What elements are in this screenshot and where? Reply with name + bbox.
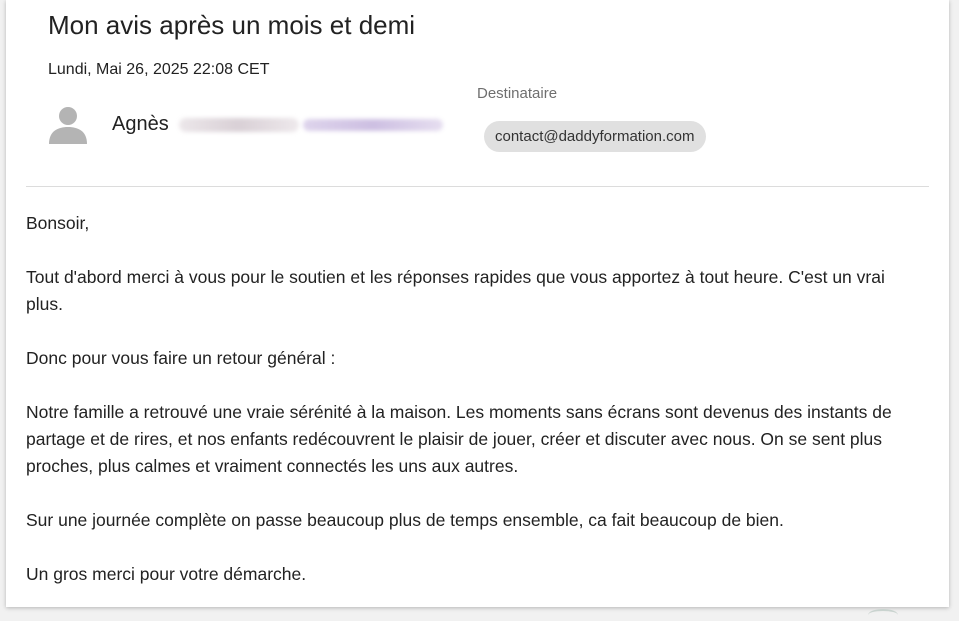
email-card: Mon avis après un mois et demi Lundi, Ma…	[6, 0, 949, 607]
email-subject: Mon avis après un mois et demi	[48, 10, 416, 40]
header-divider	[26, 186, 929, 187]
recipient-chip[interactable]: contact@daddyformation.com	[484, 121, 706, 152]
email-body: Bonsoir, Tout d'abord merci à vous pour …	[26, 210, 926, 615]
body-paragraph: Notre famille a retrouvé une vraie sérén…	[26, 402, 892, 476]
sender-redacted-surname	[178, 117, 299, 132]
sender[interactable]: Agnès	[112, 113, 443, 136]
scroll-indicator	[868, 609, 898, 621]
body-greeting: Bonsoir,	[26, 213, 90, 233]
body-closing: Un gros merci pour votre démarche.	[26, 564, 307, 584]
body-paragraph: Tout d'abord merci à vous pour le soutie…	[26, 267, 885, 314]
sender-redacted-email	[302, 118, 443, 131]
body-paragraph: Sur une journée complète on passe beauco…	[26, 510, 784, 530]
body-paragraph: Donc pour vous faire un retour général :	[26, 348, 336, 368]
person-icon	[48, 104, 88, 144]
sender-name: Agnès	[112, 113, 169, 135]
recipient-label: Destinataire	[477, 85, 558, 102]
email-date: Lundi, Mai 26, 2025 22:08 CET	[48, 61, 270, 78]
